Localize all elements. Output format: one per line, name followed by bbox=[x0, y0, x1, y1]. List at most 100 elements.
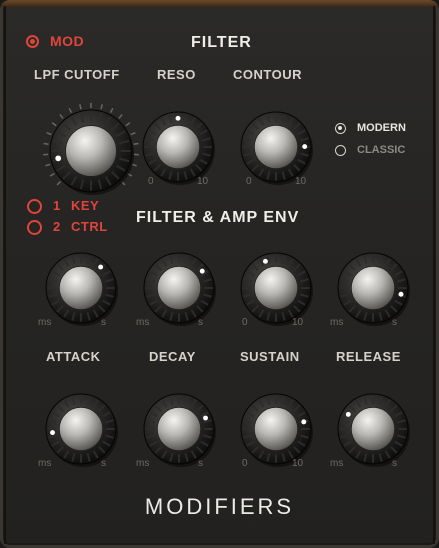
knob-tick bbox=[56, 180, 62, 186]
knob-tick bbox=[133, 142, 139, 146]
sustain1-min: 0 bbox=[242, 317, 248, 328]
reso-label: RESO bbox=[157, 67, 196, 82]
attack1-max: s bbox=[101, 317, 106, 328]
knob-tick bbox=[51, 122, 57, 127]
knob-cap[interactable] bbox=[253, 406, 299, 452]
env-title: FILTER & AMP ENV bbox=[136, 209, 300, 226]
knob-graphic[interactable] bbox=[334, 249, 412, 327]
knob-indicator-dot bbox=[345, 411, 351, 417]
knob-tick bbox=[130, 131, 136, 136]
release2-min: ms bbox=[330, 458, 344, 469]
attack-knob-2[interactable] bbox=[42, 390, 120, 468]
decay-knob-1[interactable] bbox=[140, 249, 218, 327]
knob-cap[interactable] bbox=[65, 125, 117, 177]
knob-tick bbox=[68, 107, 73, 114]
knob-cap[interactable] bbox=[58, 265, 104, 311]
decay1-max: s bbox=[198, 317, 203, 328]
knob-cap[interactable] bbox=[253, 124, 299, 170]
knob-cap[interactable] bbox=[156, 406, 202, 452]
contour-min: 0 bbox=[246, 176, 252, 187]
reso-knob[interactable] bbox=[139, 108, 217, 186]
classic-radio-icon[interactable] bbox=[335, 145, 346, 156]
knob-tick bbox=[125, 122, 131, 127]
release-label: RELEASE bbox=[336, 349, 401, 364]
ctrl-radio-icon[interactable] bbox=[27, 220, 42, 235]
knob-tick bbox=[49, 172, 55, 177]
release2-max: s bbox=[392, 458, 397, 469]
knob-tick bbox=[109, 107, 114, 114]
attack2-max: s bbox=[101, 458, 106, 469]
modern-radio-icon[interactable] bbox=[335, 123, 346, 134]
decay2-max: s bbox=[198, 458, 203, 469]
knob-indicator-dot bbox=[302, 144, 308, 149]
sustain1-max: 10 bbox=[292, 317, 304, 328]
knob-tick bbox=[59, 114, 64, 119]
sustain-knob-1[interactable] bbox=[237, 249, 315, 327]
knob-graphic[interactable] bbox=[334, 390, 412, 468]
key-label: KEY bbox=[71, 198, 100, 213]
knob-tick bbox=[118, 114, 123, 119]
release1-max: s bbox=[392, 317, 397, 328]
knob-tick bbox=[79, 104, 82, 110]
knob-cap[interactable] bbox=[350, 265, 396, 311]
mod-radio-icon[interactable] bbox=[26, 35, 39, 48]
key-radio-icon[interactable] bbox=[27, 199, 42, 214]
ctrl-label: CTRL bbox=[71, 219, 108, 234]
knob-graphic[interactable] bbox=[140, 249, 218, 327]
attack1-min: ms bbox=[38, 317, 52, 328]
knob-graphic[interactable] bbox=[237, 108, 315, 186]
knob-indicator-dot bbox=[55, 155, 62, 162]
knob-indicator-dot bbox=[175, 115, 181, 121]
knob-cap[interactable] bbox=[58, 406, 104, 452]
decay-knob-2[interactable] bbox=[140, 390, 218, 468]
knob-graphic[interactable] bbox=[237, 249, 315, 327]
contour-label: CONTOUR bbox=[233, 67, 302, 82]
knob-indicator-dot bbox=[301, 419, 307, 425]
knob-indicator-dot bbox=[50, 430, 55, 436]
attack-knob-1[interactable] bbox=[42, 249, 120, 327]
knob-cap[interactable] bbox=[253, 265, 299, 311]
contour-max: 10 bbox=[295, 176, 307, 187]
release1-min: ms bbox=[330, 317, 344, 328]
modifiers-panel: MOD FILTER LPF CUTOFF RESO CONTOUR 0 10 … bbox=[0, 0, 439, 548]
knob-indicator-dot bbox=[98, 264, 104, 270]
knob-graphic[interactable] bbox=[139, 108, 217, 186]
knob-graphic[interactable] bbox=[140, 390, 218, 468]
knob-tick bbox=[43, 142, 49, 146]
knob-indicator-dot bbox=[398, 291, 404, 297]
sustain-label: SUSTAIN bbox=[240, 349, 300, 364]
modern-label: MODERN bbox=[357, 122, 406, 134]
release-knob-1[interactable] bbox=[334, 249, 412, 327]
knob-tick bbox=[46, 131, 52, 136]
filter-title: FILTER bbox=[191, 34, 252, 51]
decay-label: DECAY bbox=[149, 349, 196, 364]
knob-graphic[interactable] bbox=[237, 390, 315, 468]
knob-graphic[interactable] bbox=[42, 390, 120, 468]
knob-indicator-dot bbox=[203, 415, 208, 421]
ctrl-num: 2 bbox=[53, 219, 61, 234]
contour-knob[interactable] bbox=[237, 108, 315, 186]
sustain2-min: 0 bbox=[242, 458, 248, 469]
modifiers-title: MODIFIERS bbox=[144, 494, 295, 519]
decay2-min: ms bbox=[136, 458, 150, 469]
lpf-cutoff-label: LPF CUTOFF bbox=[34, 67, 120, 82]
reso-min: 0 bbox=[148, 176, 154, 187]
knob-graphic[interactable] bbox=[40, 100, 142, 202]
reso-max: 10 bbox=[197, 176, 209, 187]
lpf-cutoff-knob[interactable] bbox=[40, 100, 142, 202]
sustain-knob-2[interactable] bbox=[237, 390, 315, 468]
knob-tick bbox=[100, 104, 103, 110]
key-num: 1 bbox=[53, 198, 61, 213]
knob-tick bbox=[45, 163, 51, 167]
decay1-min: ms bbox=[136, 317, 150, 328]
attack2-min: ms bbox=[38, 458, 52, 469]
knob-indicator-dot bbox=[199, 268, 205, 274]
knob-cap[interactable] bbox=[156, 265, 202, 311]
knob-cap[interactable] bbox=[350, 406, 396, 452]
mod-label: MOD bbox=[50, 33, 85, 49]
knob-cap[interactable] bbox=[155, 124, 201, 170]
release-knob-2[interactable] bbox=[334, 390, 412, 468]
knob-indicator-dot bbox=[262, 258, 268, 264]
classic-label: CLASSIC bbox=[357, 144, 406, 156]
knob-graphic[interactable] bbox=[42, 249, 120, 327]
